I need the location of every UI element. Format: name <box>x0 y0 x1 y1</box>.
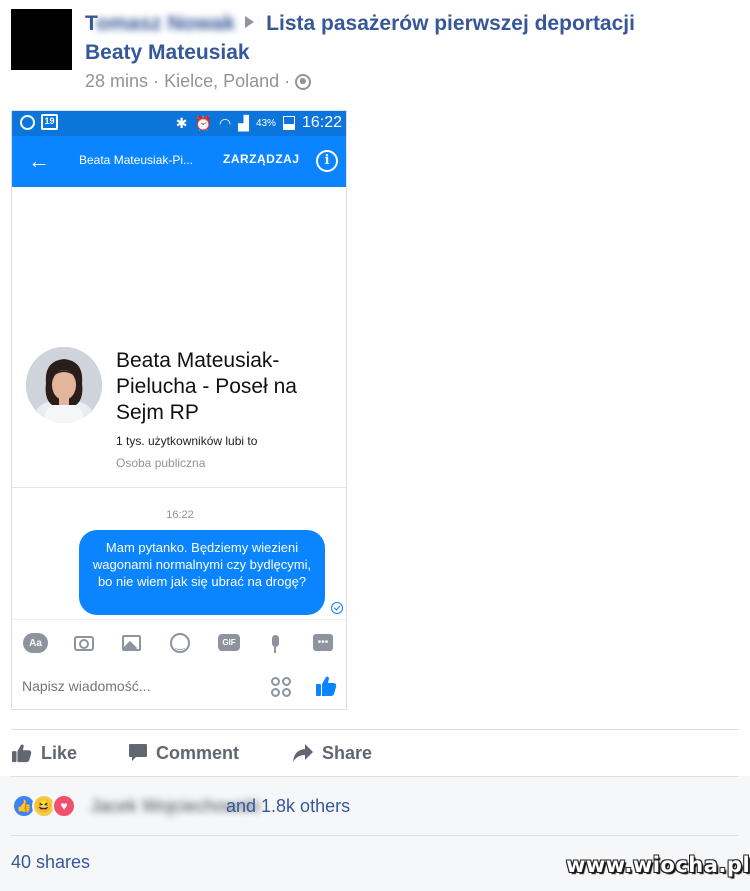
message-input[interactable] <box>22 678 222 694</box>
reactions-summary[interactable]: and 1.8k others <box>226 796 350 817</box>
gallery-icon[interactable] <box>122 635 141 651</box>
post-location[interactable]: Kielce, Poland <box>164 71 279 92</box>
divider <box>11 776 739 777</box>
divider <box>11 729 739 730</box>
camera-icon[interactable] <box>74 636 94 651</box>
meta-separator-2: · <box>284 71 291 91</box>
microphone-icon[interactable] <box>268 633 282 655</box>
profile-likes: 1 tys. użytkowników lubi to <box>116 434 258 448</box>
thumbs-up-icon[interactable] <box>314 674 338 698</box>
triangle-right-icon <box>245 16 255 28</box>
alarm-icon: ⏰ <box>194 114 212 131</box>
post-time[interactable]: 28 mins <box>85 71 148 92</box>
reaction-icons[interactable]: 👍 😆 ♥ <box>12 794 76 818</box>
love-reaction-icon: ♥ <box>52 794 76 818</box>
emoji-icon[interactable]: ‿ <box>170 633 190 653</box>
battery-icon <box>282 116 295 130</box>
profile-name: Beata Mateusiak-Pielucha - Poseł na Sejm… <box>116 349 297 424</box>
post-meta: 28 mins · Kielce, Poland · <box>85 71 312 92</box>
shares-count[interactable]: 40 shares <box>11 852 90 873</box>
sent-message-bubble[interactable]: Mam pytanko. Będziemy wiezieni wagonami … <box>79 530 325 615</box>
share-button[interactable]: Share <box>292 740 372 766</box>
gif-button[interactable]: GIF <box>218 634 240 651</box>
like-button[interactable]: Like <box>11 740 77 766</box>
thumbs-up-icon <box>12 744 32 763</box>
delivered-check-icon <box>331 602 343 614</box>
bluetooth-icon: ✱ <box>175 114 188 131</box>
meta-separator: · <box>153 71 160 91</box>
profile-category: Osoba publiczna <box>116 456 206 470</box>
comment-label: Comment <box>156 742 240 763</box>
wifi-icon: ◠ <box>218 114 232 131</box>
messenger-app-bar: ← Beata Mateusiak-Pi... ZARZĄDZAJ i <box>12 136 346 187</box>
sticker-icon[interactable] <box>271 677 291 697</box>
message-timestamp: 16:22 <box>166 509 194 521</box>
globe-icon[interactable] <box>295 73 312 90</box>
messenger-screenshot: 19 ✱ ⏰ ◠ ▟ 43% 16:22 ← Beata Mateusiak-P… <box>11 110 347 710</box>
group-link-line2[interactable]: Beaty Mateusiak <box>85 41 250 65</box>
share-label: Share <box>322 742 373 763</box>
battery-percent: 43% <box>255 117 276 129</box>
back-arrow-icon[interactable]: ← <box>28 149 50 173</box>
author-name[interactable]: T <box>85 12 96 35</box>
status-time: 16:22 <box>301 114 342 131</box>
alarm-clock-icon <box>20 114 35 130</box>
conversation-title[interactable]: Beata Mateusiak-Pi... <box>79 153 193 167</box>
signal-icon: ▟ <box>238 114 249 131</box>
status-bar: 19 ✱ ⏰ ◠ ▟ 43% 16:22 <box>12 111 346 136</box>
like-label: Like <box>41 742 78 763</box>
info-icon[interactable]: i <box>316 150 338 172</box>
comment-icon <box>129 744 147 761</box>
calendar-icon: 19 <box>41 114 58 130</box>
divider <box>12 487 346 488</box>
composer-divider <box>12 619 346 620</box>
share-arrow-icon <box>293 744 313 762</box>
text-style-button[interactable]: Aa <box>23 633 48 653</box>
author-name-blurred[interactable]: omasz Nowak <box>96 12 235 35</box>
group-link[interactable]: Lista pasażerów pierwszej deportacji <box>266 12 635 35</box>
comment-button[interactable]: Comment <box>128 740 239 766</box>
more-icon[interactable]: ••• <box>313 634 333 651</box>
profile-photo <box>26 347 102 423</box>
author-avatar[interactable] <box>11 9 72 70</box>
post-header-title: Tomasz Nowak Lista pasażerów pierwszej de… <box>85 12 635 36</box>
manage-button[interactable]: ZARZĄDZAJ <box>223 152 300 166</box>
divider <box>11 835 739 836</box>
watermark: www.wiocha.pl <box>566 853 750 877</box>
